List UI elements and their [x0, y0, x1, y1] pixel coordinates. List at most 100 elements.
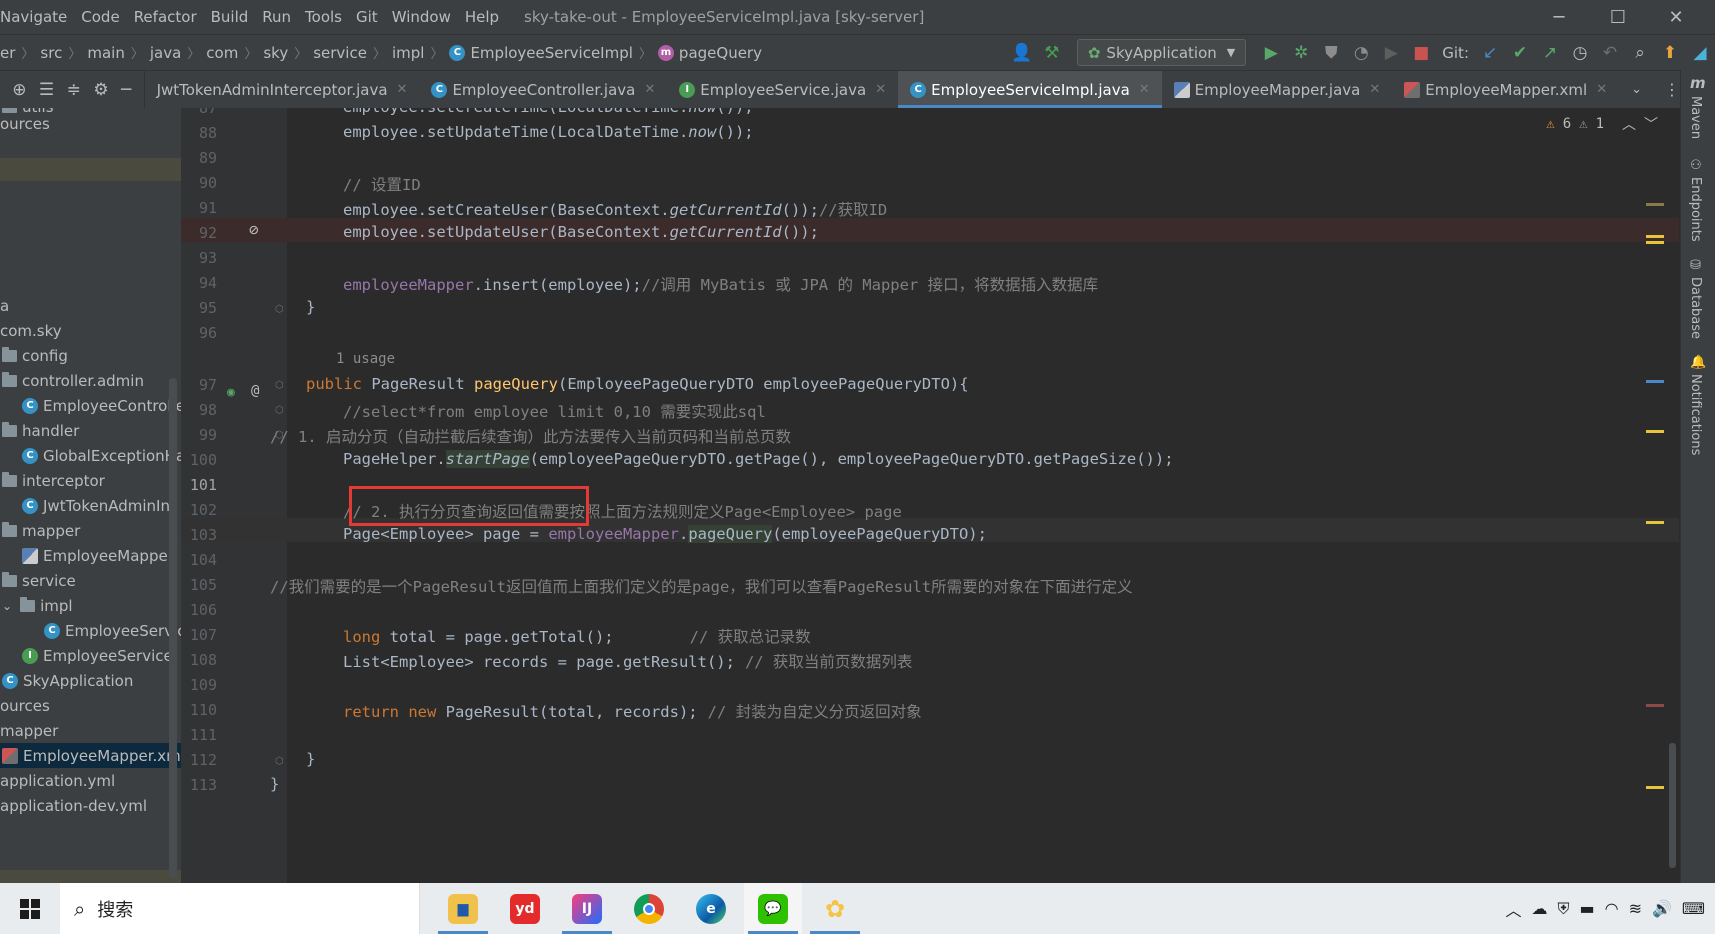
tree-file-employeeserviceimpl[interactable]: C EmployeeServic — [44, 618, 181, 643]
tree-folder-config[interactable]: config — [2, 343, 68, 368]
taskbar-app-yellow[interactable]: ✿ — [806, 883, 864, 934]
breadcrumb-item[interactable]: sky — [263, 44, 288, 62]
close-tab-icon[interactable]: ✕ — [397, 82, 408, 97]
tree-file-employeemapper-xml[interactable]: EmployeeMapper.xml — [0, 743, 181, 768]
project-scrollbar[interactable] — [169, 378, 177, 878]
menu-run[interactable]: Run — [255, 8, 298, 26]
rollback-icon[interactable]: ↶ — [1595, 38, 1625, 68]
menu-tools[interactable]: Tools — [298, 8, 349, 26]
chevron-up-icon[interactable]: ︿ — [1622, 114, 1636, 134]
tree-file-employeecontroller[interactable]: C EmployeeControlle — [22, 393, 181, 418]
expand-all-icon[interactable]: ☰ — [39, 80, 54, 100]
error-stripe-mark[interactable] — [1646, 241, 1664, 244]
tool-window-database[interactable]: Database — [1688, 277, 1703, 339]
close-tab-icon[interactable]: ✕ — [1139, 82, 1150, 97]
breadcrumb-item[interactable]: pageQuery — [679, 44, 762, 62]
menu-help[interactable]: Help — [458, 8, 506, 26]
fold-icon[interactable]: ⬡ — [275, 380, 284, 391]
breadcrumb-item[interactable]: service — [313, 44, 367, 62]
hammer-build-icon[interactable]: ⚒ — [1037, 38, 1067, 68]
debug-icon[interactable]: ✲ — [1286, 38, 1316, 68]
annotation-override-icon[interactable]: @ — [251, 383, 259, 399]
breadcrumb-item[interactable]: src — [40, 44, 62, 62]
taskbar-app-wechat[interactable]: 💬 — [744, 883, 802, 934]
taskbar-app-edge[interactable]: e — [682, 883, 740, 934]
attach-icon[interactable]: ▶ — [1376, 38, 1406, 68]
close-tab-icon[interactable]: ✕ — [875, 82, 886, 97]
chevron-down-icon[interactable]: ⌄ — [2, 599, 12, 613]
taskbar-app-file-explorer[interactable]: ▆ — [434, 883, 492, 934]
fold-icon[interactable]: ⬡ — [275, 304, 284, 315]
wifi-icon[interactable]: ≋ — [1629, 899, 1642, 918]
breadcrumb-item[interactable]: main — [87, 44, 124, 62]
tab-employeemapper-xml[interactable]: EmployeeMapper.xml ✕ — [1392, 71, 1619, 108]
keyboard-icon[interactable]: ⌨ — [1682, 899, 1705, 918]
history-icon[interactable]: ◷ — [1565, 38, 1595, 68]
coverage-icon[interactable]: ⛊ — [1316, 38, 1346, 68]
error-stripe-mark[interactable] — [1646, 786, 1664, 789]
close-tab-icon[interactable]: ✕ — [1369, 82, 1380, 97]
chevron-down-icon[interactable]: ﹀ — [1644, 114, 1658, 134]
usage-hint[interactable]: 1 usage — [336, 351, 395, 367]
user-icon[interactable]: 👤 — [1007, 38, 1037, 68]
tab-employeeservice[interactable]: I EmployeeService.java ✕ — [667, 71, 898, 108]
tree-folder-controller-admin[interactable]: controller.admin — [2, 368, 144, 393]
tree-package-com-sky[interactable]: com.sky — [0, 318, 62, 343]
gear-icon[interactable]: ⚙ — [93, 80, 108, 100]
breadcrumb-item[interactable]: er — [0, 44, 15, 62]
menu-git[interactable]: Git — [349, 8, 385, 26]
chevron-up-icon[interactable]: ︿ — [1505, 897, 1521, 921]
tab-employeemapper-java[interactable]: EmployeeMapper.java ✕ — [1162, 71, 1393, 108]
taskbar-app-intellij[interactable]: IJ — [558, 883, 616, 934]
menu-refactor[interactable]: Refactor — [127, 8, 204, 26]
run-icon[interactable]: ▶ — [1256, 38, 1286, 68]
breadcrumb-item[interactable]: impl — [392, 44, 424, 62]
close-tab-icon[interactable]: ✕ — [644, 82, 655, 97]
volume-icon[interactable]: 🔊 — [1652, 899, 1672, 918]
taskbar-search-box[interactable]: ⌕ 搜索 — [60, 883, 420, 934]
error-stripe-mark[interactable] — [1646, 380, 1664, 383]
run-configuration-select[interactable]: ✿ SkyApplication ▼ — [1076, 39, 1247, 66]
collapse-all-icon[interactable]: ≑ — [67, 80, 81, 100]
tree-folder-interceptor[interactable]: interceptor — [2, 468, 105, 493]
start-button[interactable] — [0, 883, 60, 934]
tree-item[interactable]: a — [0, 293, 9, 318]
tree-file-globalexceptionhandler[interactable]: C GlobalExceptionHa — [22, 443, 181, 468]
close-window-button[interactable]: ✕ — [1648, 0, 1704, 34]
tree-folder-service[interactable]: service — [2, 568, 76, 593]
maximize-button[interactable]: ☐ — [1590, 0, 1646, 34]
editor-scrollbar[interactable] — [1669, 743, 1676, 868]
close-tab-icon[interactable]: ✕ — [1596, 82, 1607, 97]
tabs-dropdown-icon[interactable]: ⌄ — [1631, 82, 1642, 97]
menu-code[interactable]: Code — [74, 8, 126, 26]
tool-window-maven[interactable]: Maven — [1688, 96, 1703, 139]
tree-folder-impl[interactable]: ⌄ impl — [2, 593, 73, 618]
tree-item[interactable]: mapper — [0, 718, 58, 743]
fold-icon[interactable]: ⬡ — [275, 405, 284, 416]
error-stripe-mark[interactable] — [1646, 430, 1664, 433]
error-stripe-mark[interactable] — [1646, 521, 1664, 524]
menu-navigate[interactable]: Navigate — [0, 8, 74, 26]
stop-icon[interactable]: ■ — [1406, 38, 1436, 68]
tree-file-employeeservice[interactable]: I EmployeeService — [22, 643, 173, 668]
search-icon[interactable]: ⌕ — [1625, 38, 1655, 68]
network-icon[interactable]: ◠ — [1605, 899, 1619, 918]
minimize-button[interactable]: ─ — [1531, 0, 1587, 34]
tree-file-skyapplication[interactable]: C SkyApplication — [2, 668, 133, 693]
git-push-icon[interactable]: ↗ — [1535, 38, 1565, 68]
disabled-breakpoint-icon[interactable]: ⊘ — [249, 220, 259, 239]
tool-window-endpoints[interactable]: Endpoints — [1688, 177, 1703, 242]
hide-icon[interactable]: ─ — [121, 80, 131, 100]
tree-folder-mapper[interactable]: mapper — [2, 518, 80, 543]
menu-window[interactable]: Window — [385, 8, 458, 26]
git-commit-icon[interactable]: ✔ — [1505, 38, 1535, 68]
fold-icon[interactable]: ⬡ — [275, 756, 284, 767]
tree-file-employeemapper[interactable]: EmployeeMapper — [22, 543, 174, 568]
tree-item[interactable]: ources — [0, 693, 50, 718]
locate-icon[interactable]: ⊕ — [12, 80, 26, 100]
profile-icon[interactable]: ◔ — [1346, 38, 1376, 68]
battery-icon[interactable]: ▬ — [1579, 899, 1594, 918]
error-stripe-mark[interactable] — [1646, 235, 1664, 238]
breadcrumb-item[interactable]: java — [150, 44, 181, 62]
taskbar-app-youdao[interactable]: yd — [496, 883, 554, 934]
